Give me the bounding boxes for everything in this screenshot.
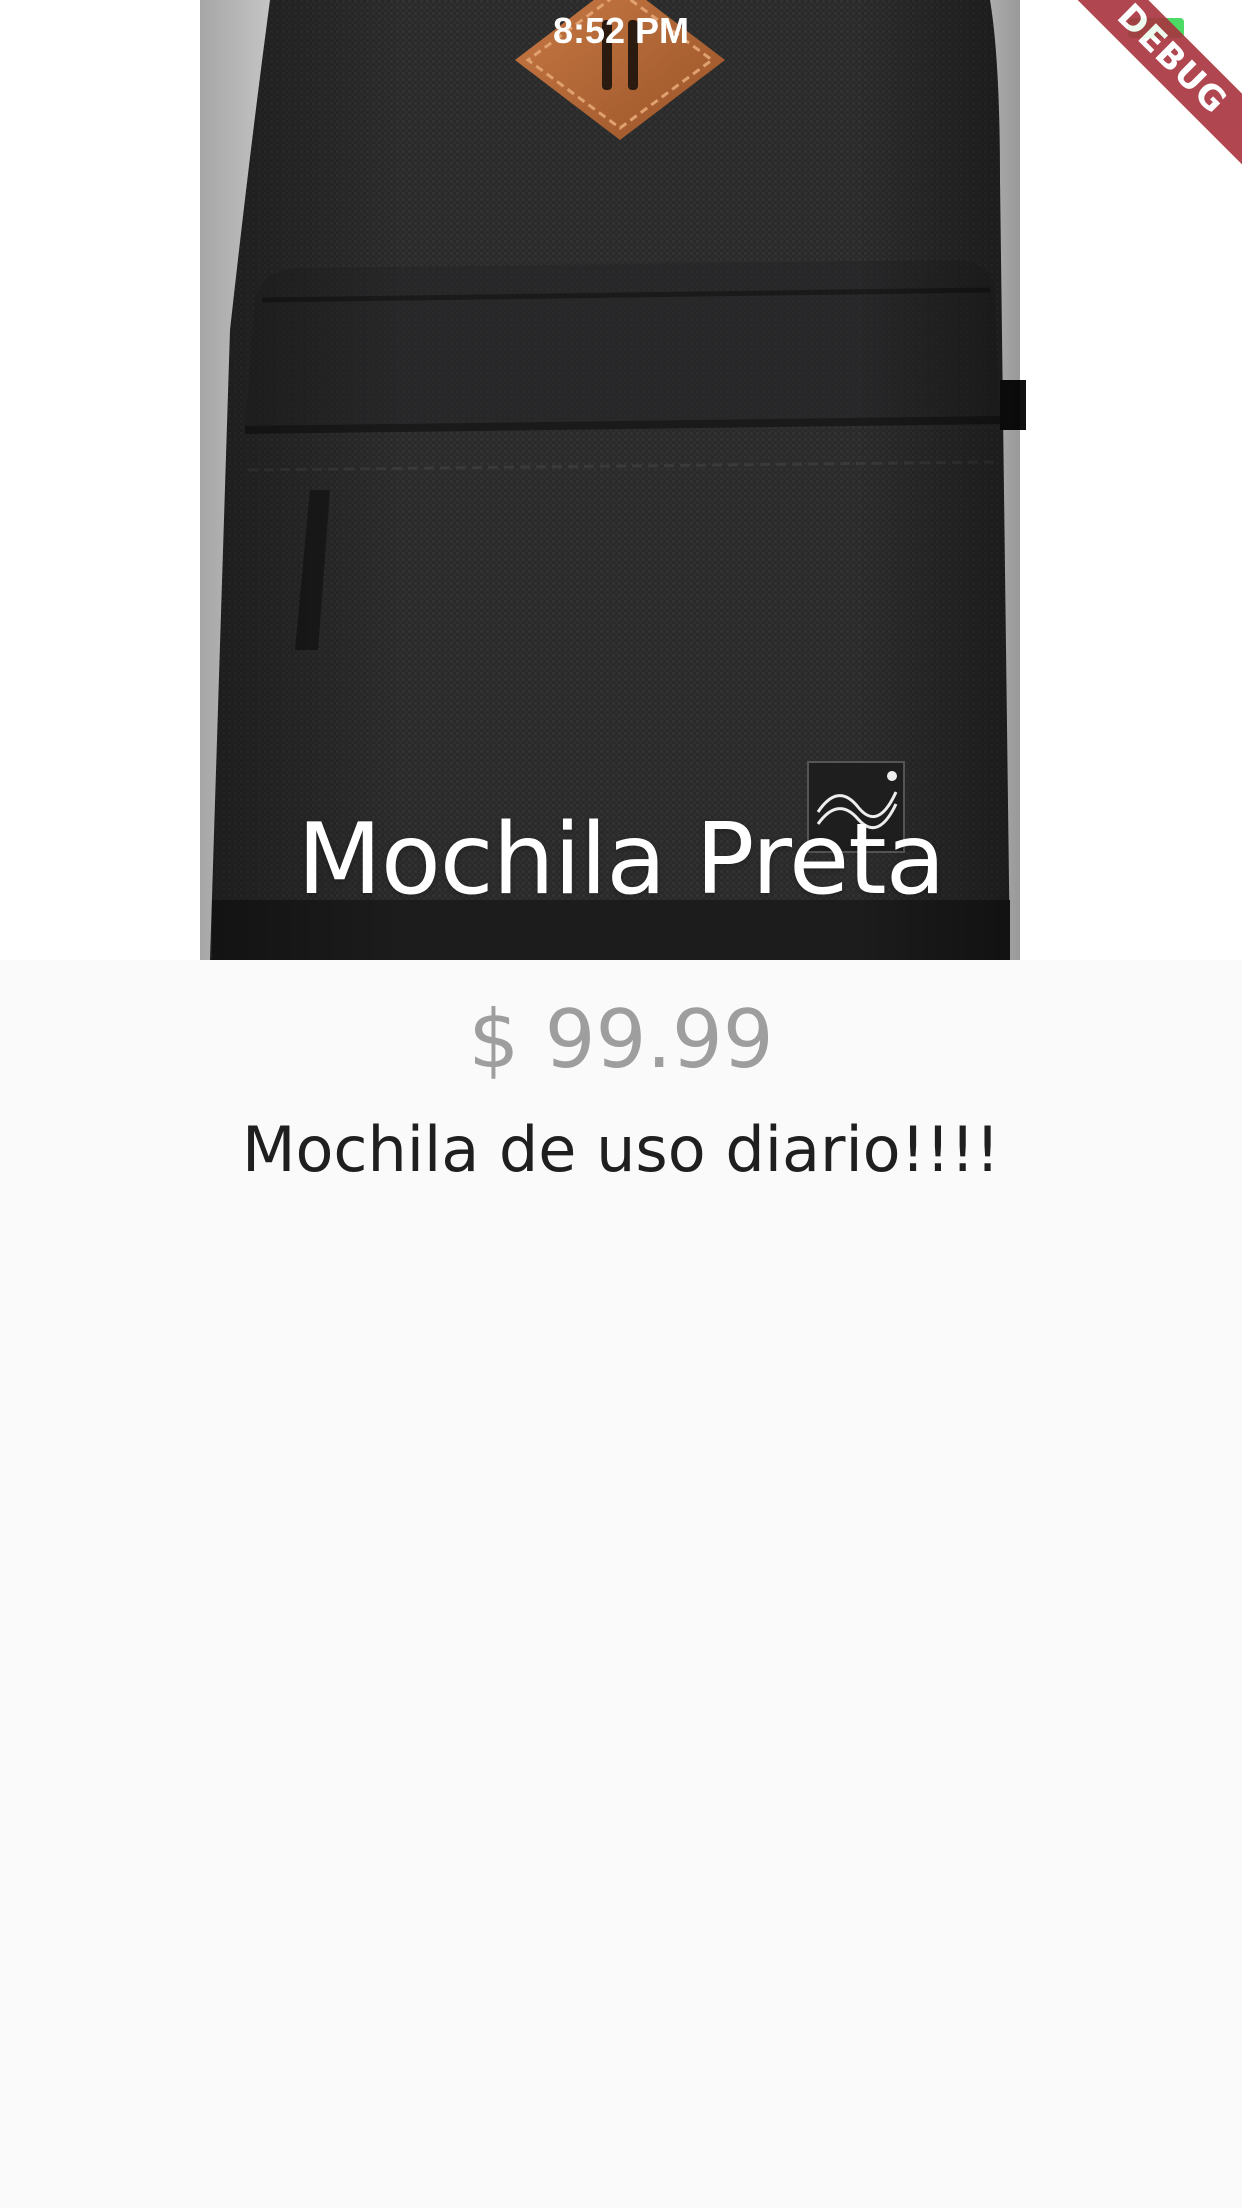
- product-price: $ 99.99: [468, 993, 774, 1086]
- debug-banner: DEBUG: [1062, 0, 1242, 180]
- product-title: Mochila Preta: [297, 803, 945, 917]
- status-bar-time: 8:52 PM: [552, 10, 690, 51]
- debug-banner-label: DEBUG: [1062, 0, 1242, 169]
- product-image: Mochila Preta: [0, 0, 1242, 960]
- product-detail-screen: Mochila Preta 8:52 PM DEBUG $ 99.99 Moch…: [0, 0, 1242, 2208]
- product-description: Mochila de uso diario!!!!: [241, 1113, 1001, 1186]
